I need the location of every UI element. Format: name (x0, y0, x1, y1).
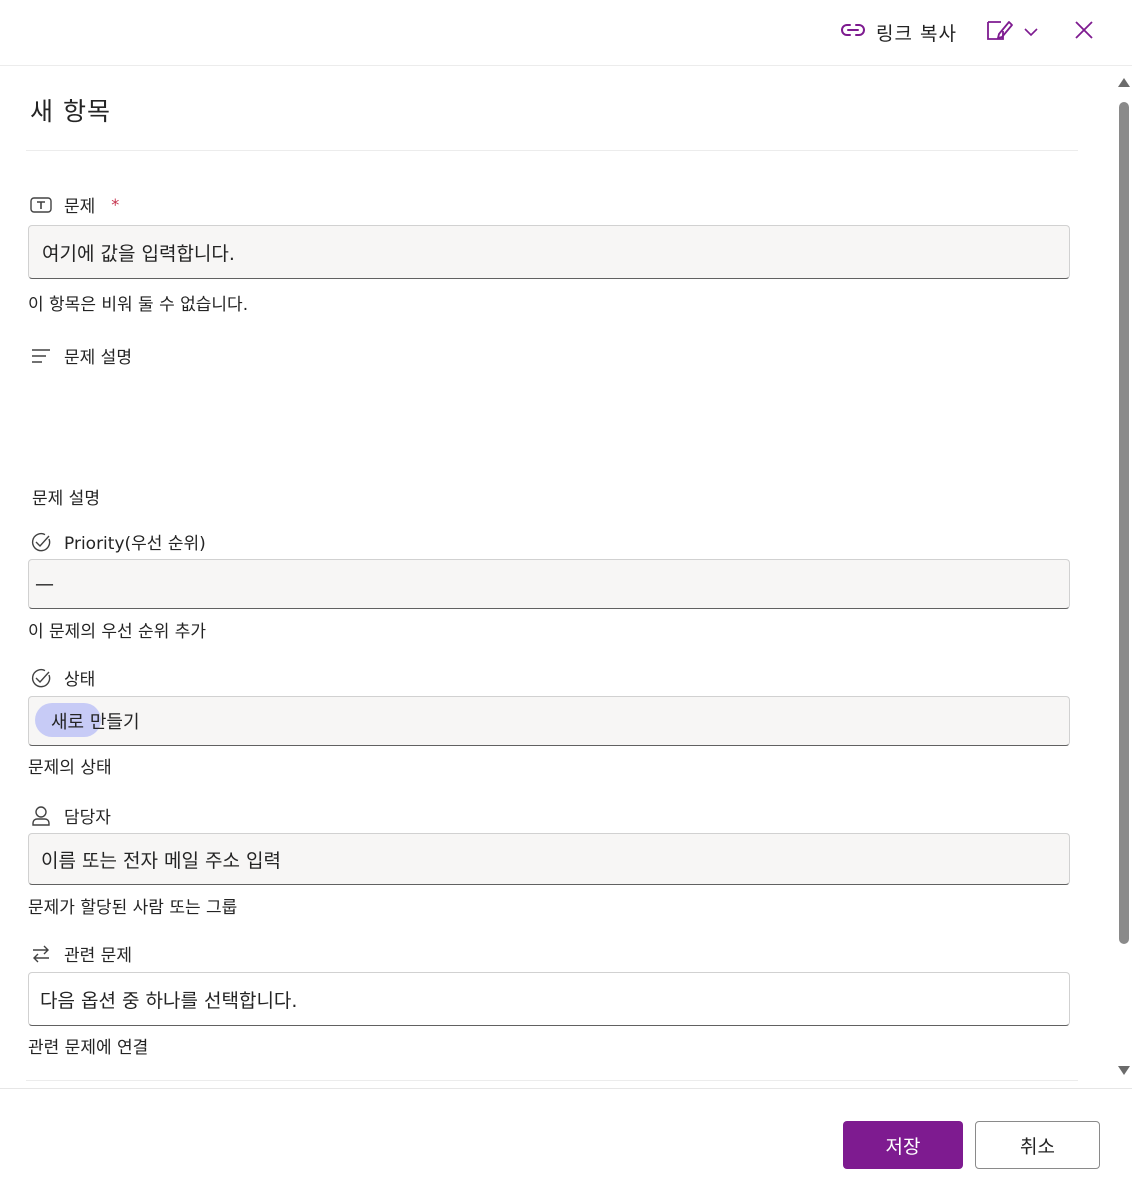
priority-value: — (35, 573, 54, 595)
field-label-assigned: 담당자 (30, 803, 111, 828)
scroll-up-arrow-icon[interactable] (1118, 78, 1130, 87)
assigned-to-placeholder: 이름 또는 전자 메일 주소 입력 (41, 849, 281, 872)
field-label-related: 관련 문제 (30, 941, 132, 966)
multiline-text-icon (30, 345, 52, 367)
panel-footer: 저장 취소 (0, 1088, 1132, 1194)
page-title: 새 항목 (30, 97, 111, 126)
copy-link-button[interactable]: 링크 복사 (840, 18, 957, 46)
field-label-assigned-text: 담당자 (64, 808, 111, 828)
description-hint: 문제 설명 (32, 489, 100, 509)
field-label-title-text: 문제 (64, 197, 96, 217)
copy-link-label: 링크 복사 (876, 22, 957, 45)
required-indicator: * (111, 195, 120, 214)
title-input-placeholder: 여기에 값을 입력합니다. (42, 242, 235, 265)
title-input[interactable]: 여기에 값을 입력합니다. (28, 225, 1070, 279)
chevron-down-icon (1023, 23, 1039, 42)
cancel-button[interactable]: 취소 (975, 1121, 1100, 1169)
field-label-title: 문제 * (30, 192, 119, 217)
related-issues-hint: 관련 문제에 연결 (28, 1038, 149, 1058)
close-icon (1074, 20, 1094, 44)
choice-check-icon (30, 667, 52, 689)
status-value: 새로 만들기 (51, 712, 140, 733)
arrows-swap-icon (30, 943, 52, 965)
status-hint: 문제의 상태 (28, 758, 112, 778)
status-badge: 새로 만들기 (35, 703, 140, 737)
status-dropdown[interactable]: 새로 만들기 (28, 696, 1070, 746)
scroll-down-arrow-icon[interactable] (1118, 1066, 1130, 1075)
field-label-status-text: 상태 (64, 670, 96, 690)
field-label-description-text: 문제 설명 (64, 348, 132, 368)
person-icon (30, 805, 52, 827)
form-edit-menu[interactable] (985, 18, 1039, 46)
assigned-to-input[interactable]: 이름 또는 전자 메일 주소 입력 (28, 833, 1070, 885)
related-issues-dropdown[interactable]: 다음 옵션 중 하나를 선택합니다. (28, 972, 1070, 1026)
field-label-description: 문제 설명 (30, 343, 132, 368)
field-label-priority: Priority(우선 순위) (30, 529, 206, 554)
text-field-icon (30, 194, 52, 216)
assigned-to-hint: 문제가 할당된 사람 또는 그룹 (28, 898, 238, 918)
form-edit-icon (985, 17, 1015, 47)
title-hint: 이 항목은 비워 둘 수 없습니다. (28, 295, 249, 315)
panel-header: 링크 복사 (0, 0, 1132, 66)
field-label-status: 상태 (30, 665, 95, 690)
scroll-thumb[interactable] (1119, 102, 1129, 944)
related-issues-placeholder: 다음 옵션 중 하나를 선택합니다. (40, 989, 298, 1012)
save-button[interactable]: 저장 (843, 1121, 963, 1169)
priority-hint: 이 문제의 우선 순위 추가 (28, 622, 207, 642)
form-scroll-area[interactable]: 새 항목 문제 * 여기에 값을 입력합니다. 이 항목은 비워 둘 수 없습니… (0, 66, 1116, 1088)
link-icon (840, 21, 866, 43)
title-divider (26, 150, 1078, 151)
field-label-related-text: 관련 문제 (64, 946, 132, 966)
close-button[interactable] (1070, 18, 1098, 46)
bottom-divider (26, 1080, 1078, 1081)
field-label-priority-text: Priority(우선 순위) (64, 534, 206, 554)
priority-dropdown[interactable]: — (28, 559, 1070, 609)
vertical-scrollbar[interactable] (1116, 66, 1132, 1088)
choice-check-icon (30, 531, 52, 553)
